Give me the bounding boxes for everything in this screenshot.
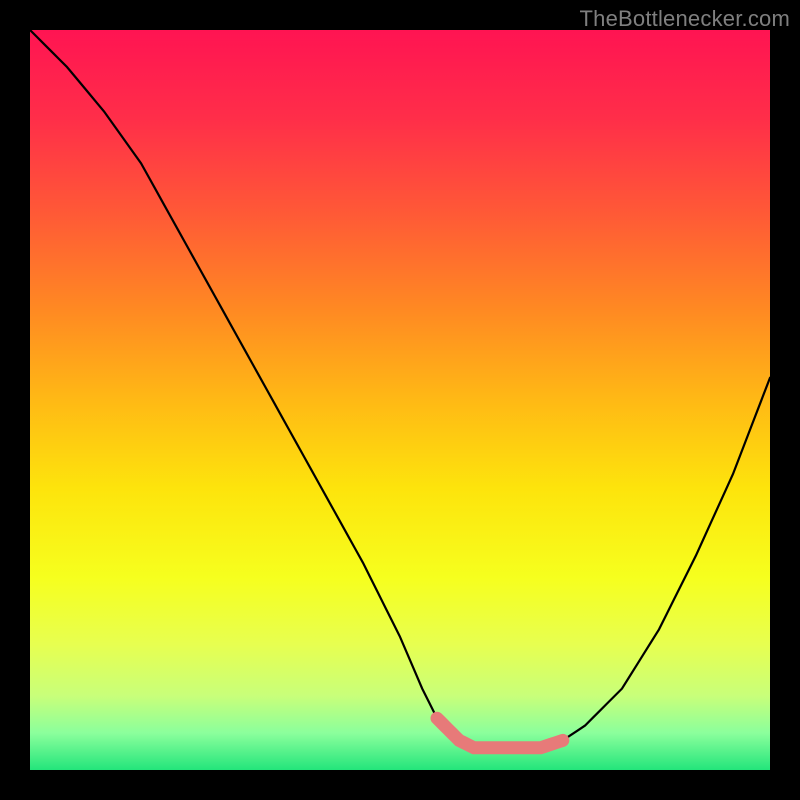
gradient-background	[30, 30, 770, 770]
bottleneck-chart	[30, 30, 770, 770]
plot-area	[30, 30, 770, 770]
chart-frame: TheBottlenecker.com	[0, 0, 800, 800]
watermark-text: TheBottlenecker.com	[580, 6, 790, 32]
